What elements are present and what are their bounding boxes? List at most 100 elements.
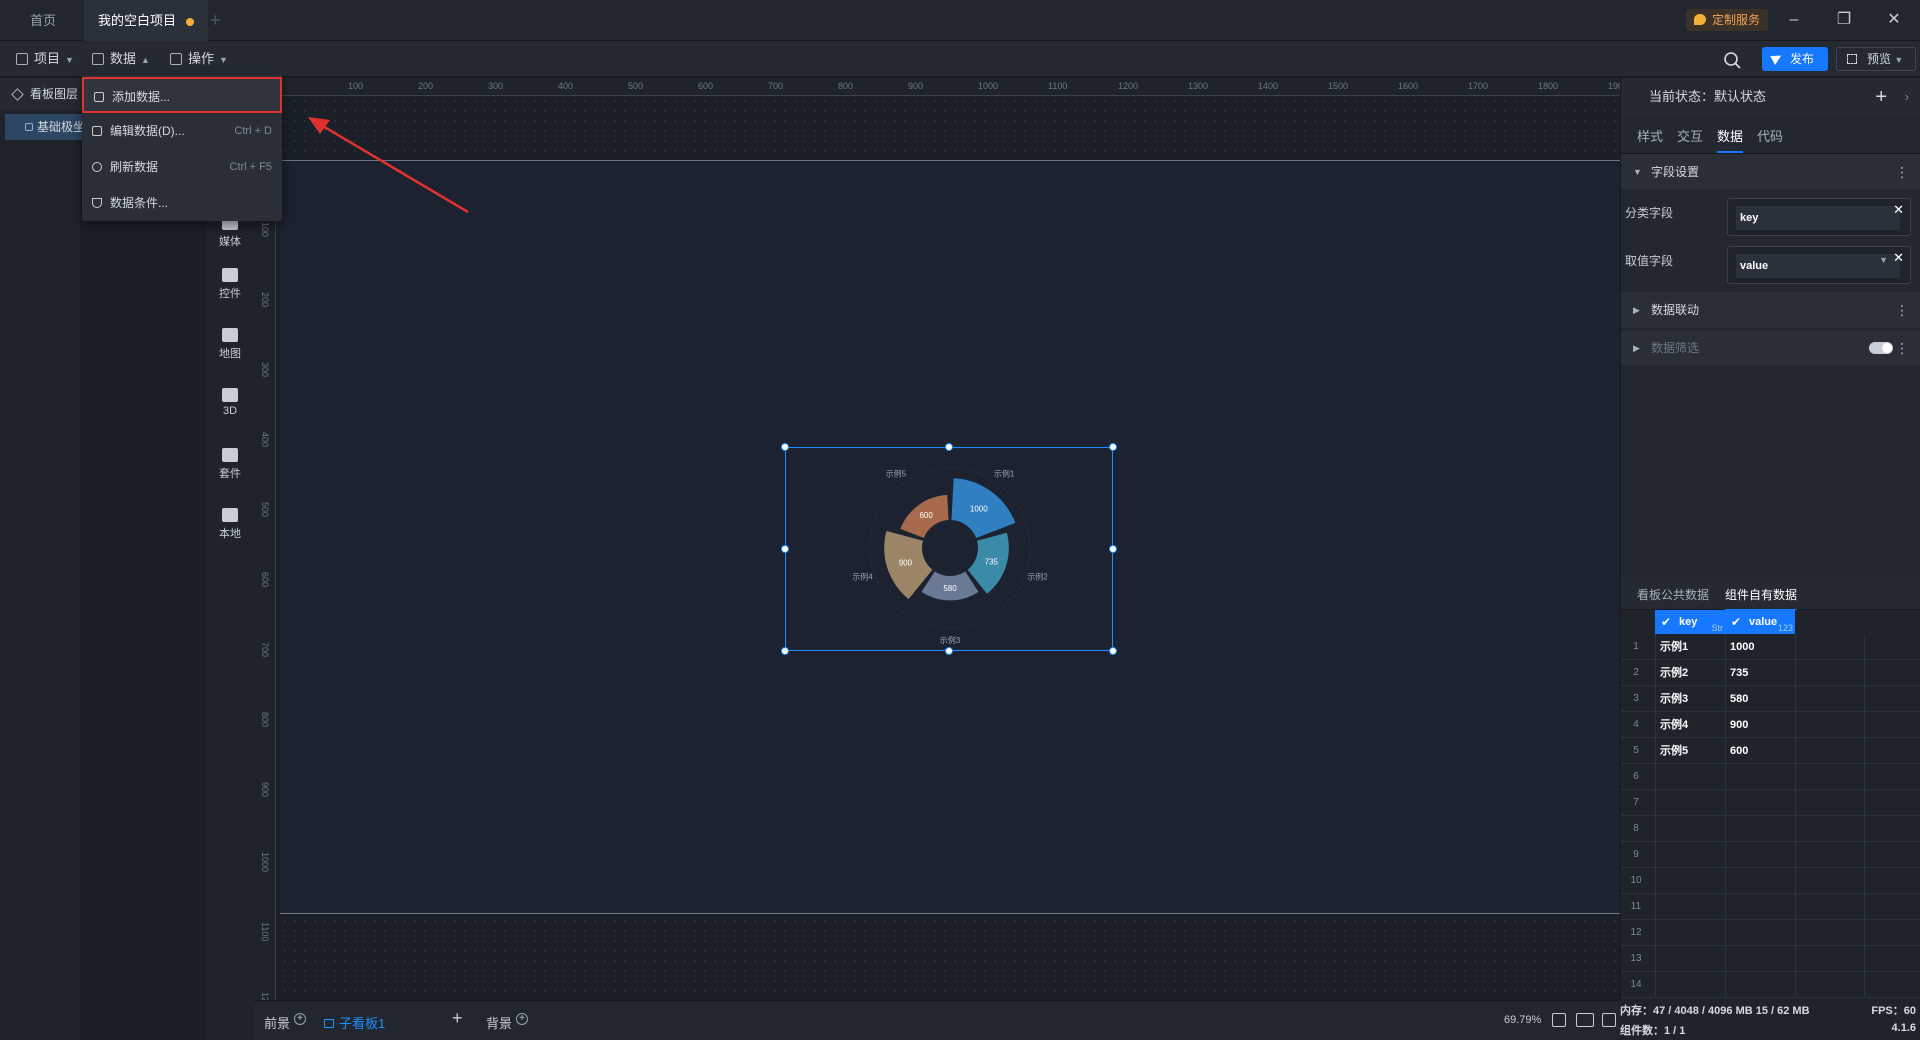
empty-cell[interactable] — [1795, 920, 1865, 946]
cell-key[interactable] — [1655, 764, 1725, 790]
table-row[interactable]: 9 — [1621, 842, 1920, 868]
menu-project[interactable]: 项目 ▼ — [14, 49, 74, 69]
table-row[interactable]: 2 示例2 735 — [1621, 660, 1920, 686]
keyboard-icon[interactable] — [1576, 1013, 1594, 1027]
table-row[interactable]: 14 — [1621, 972, 1920, 998]
empty-cell[interactable] — [1795, 764, 1865, 790]
empty-cell[interactable] — [1795, 660, 1865, 686]
resize-handle[interactable] — [781, 545, 789, 553]
column-header-key[interactable]: ✔ key Str — [1655, 610, 1725, 634]
terminal-icon[interactable] — [1602, 1013, 1616, 1027]
table-row[interactable]: 8 — [1621, 816, 1920, 842]
category-field-select[interactable]: key ✕ — [1727, 198, 1911, 236]
resize-handle[interactable] — [781, 443, 789, 451]
table-row[interactable]: 4 示例4 900 — [1621, 712, 1920, 738]
tab-sub-board[interactable]: 子看板1 — [324, 1013, 385, 1032]
table-row[interactable]: 3 示例3 580 — [1621, 686, 1920, 712]
resize-handle[interactable] — [781, 647, 789, 655]
empty-cell[interactable] — [1795, 634, 1865, 660]
cell-value[interactable]: 580 — [1725, 686, 1795, 712]
polar-chart-widget[interactable]: 1000 示例1 735 示例2 580 示例3 900 示例4 600 示例5 — [781, 443, 1117, 655]
cell-value[interactable] — [1725, 816, 1795, 842]
table-row[interactable]: 12 — [1621, 920, 1920, 946]
empty-cell[interactable] — [1795, 816, 1865, 842]
cell-value[interactable] — [1725, 920, 1795, 946]
table-row[interactable]: 10 — [1621, 868, 1920, 894]
minimize-icon[interactable]: – — [1784, 10, 1804, 30]
cell-key[interactable] — [1655, 816, 1725, 842]
cell-key[interactable]: 示例4 — [1655, 712, 1725, 738]
empty-cell[interactable] — [1795, 738, 1865, 764]
tab-home[interactable]: 首页 — [16, 0, 70, 41]
table-row[interactable]: 1 示例1 1000 — [1621, 634, 1920, 660]
cell-value[interactable]: 600 — [1725, 738, 1795, 764]
empty-cell[interactable] — [1795, 712, 1865, 738]
cell-key[interactable]: 示例5 — [1655, 738, 1725, 764]
cell-value[interactable]: 900 — [1725, 712, 1795, 738]
tool-controls[interactable]: 控件 — [206, 268, 254, 301]
cell-value[interactable] — [1725, 972, 1795, 998]
cell-value[interactable] — [1725, 764, 1795, 790]
custom-service-button[interactable]: 定制服务 — [1685, 9, 1768, 31]
publish-button[interactable]: 发布 — [1762, 47, 1828, 71]
cell-value[interactable]: 735 — [1725, 660, 1795, 686]
tab-public-data[interactable]: 看板公共数据 — [1637, 586, 1709, 603]
clear-icon[interactable]: ✕ — [1893, 250, 1904, 266]
empty-cell[interactable] — [1795, 868, 1865, 894]
menu-refresh-data[interactable]: 刷新数据 Ctrl + F5 — [82, 149, 282, 185]
new-tab-button[interactable]: + — [210, 10, 221, 31]
empty-cell[interactable] — [1795, 790, 1865, 816]
close-icon[interactable]: ✕ — [1884, 10, 1904, 30]
cell-value[interactable] — [1725, 894, 1795, 920]
resize-handle[interactable] — [1109, 647, 1117, 655]
more-icon[interactable]: ⋮ — [1895, 154, 1909, 190]
table-row[interactable]: 5 示例5 600 — [1621, 738, 1920, 764]
cell-key[interactable] — [1655, 920, 1725, 946]
table-row[interactable]: 11 — [1621, 894, 1920, 920]
cell-value[interactable] — [1725, 842, 1795, 868]
cell-value[interactable] — [1725, 790, 1795, 816]
cell-key[interactable]: 示例3 — [1655, 686, 1725, 712]
column-header-value[interactable]: ✔ value 123 — [1725, 610, 1795, 634]
add-circle-icon[interactable]: + — [516, 1013, 529, 1025]
clear-icon[interactable]: ✕ — [1893, 202, 1904, 218]
tool-local[interactable]: 本地 — [206, 508, 254, 541]
cell-key[interactable]: 示例2 — [1655, 660, 1725, 686]
layer-item[interactable]: 基础极坐 — [5, 114, 82, 140]
field-settings-section[interactable]: ▼ 字段设置 ⋮ — [1621, 154, 1920, 190]
tab-foreground[interactable]: 前景 + — [264, 1013, 307, 1032]
cell-key[interactable] — [1655, 972, 1725, 998]
more-icon[interactable]: ⋮ — [1895, 292, 1909, 328]
tab-data[interactable]: 数据 — [1717, 126, 1744, 153]
zoom-level[interactable]: 69.79% — [1504, 1014, 1541, 1026]
menu-add-data[interactable]: 添加数据... — [82, 77, 282, 113]
tab-project[interactable]: 我的空白项目 — [84, 0, 209, 41]
cell-key[interactable] — [1655, 946, 1725, 972]
preview-button[interactable]: 预览 ▼ — [1836, 47, 1916, 71]
menu-edit-data[interactable]: 编辑数据(D)... Ctrl + D — [82, 113, 282, 149]
empty-cell[interactable] — [1795, 686, 1865, 712]
chevron-right-icon[interactable]: › — [1905, 78, 1909, 116]
menu-operate[interactable]: 操作 ▼ — [168, 49, 228, 69]
add-board-button[interactable]: + — [452, 1008, 463, 1029]
cell-value[interactable]: 1000 — [1725, 634, 1795, 660]
cell-key[interactable] — [1655, 894, 1725, 920]
table-row[interactable]: 6 — [1621, 764, 1920, 790]
menu-data-condition[interactable]: 数据条件... — [82, 185, 282, 221]
data-link-section[interactable]: ▶ 数据联动 ⋮ — [1621, 292, 1920, 328]
resize-handle[interactable] — [1109, 545, 1117, 553]
cell-key[interactable] — [1655, 842, 1725, 868]
tool-map[interactable]: 地图 — [206, 328, 254, 361]
cell-value[interactable] — [1725, 946, 1795, 972]
filter-toggle[interactable] — [1869, 342, 1893, 354]
tab-interaction[interactable]: 交互 — [1677, 126, 1703, 151]
data-filter-section[interactable]: ▶ 数据筛选 ⋮ — [1621, 330, 1920, 366]
resize-handle[interactable] — [945, 443, 953, 451]
tab-style[interactable]: 样式 — [1637, 126, 1663, 151]
tab-own-data[interactable]: 组件自有数据 — [1725, 586, 1798, 611]
tab-code[interactable]: 代码 — [1757, 126, 1783, 151]
fit-screen-icon[interactable] — [1552, 1013, 1566, 1027]
cell-value[interactable] — [1725, 868, 1795, 894]
tool-kit[interactable]: 套件 — [206, 448, 254, 481]
empty-cell[interactable] — [1795, 842, 1865, 868]
